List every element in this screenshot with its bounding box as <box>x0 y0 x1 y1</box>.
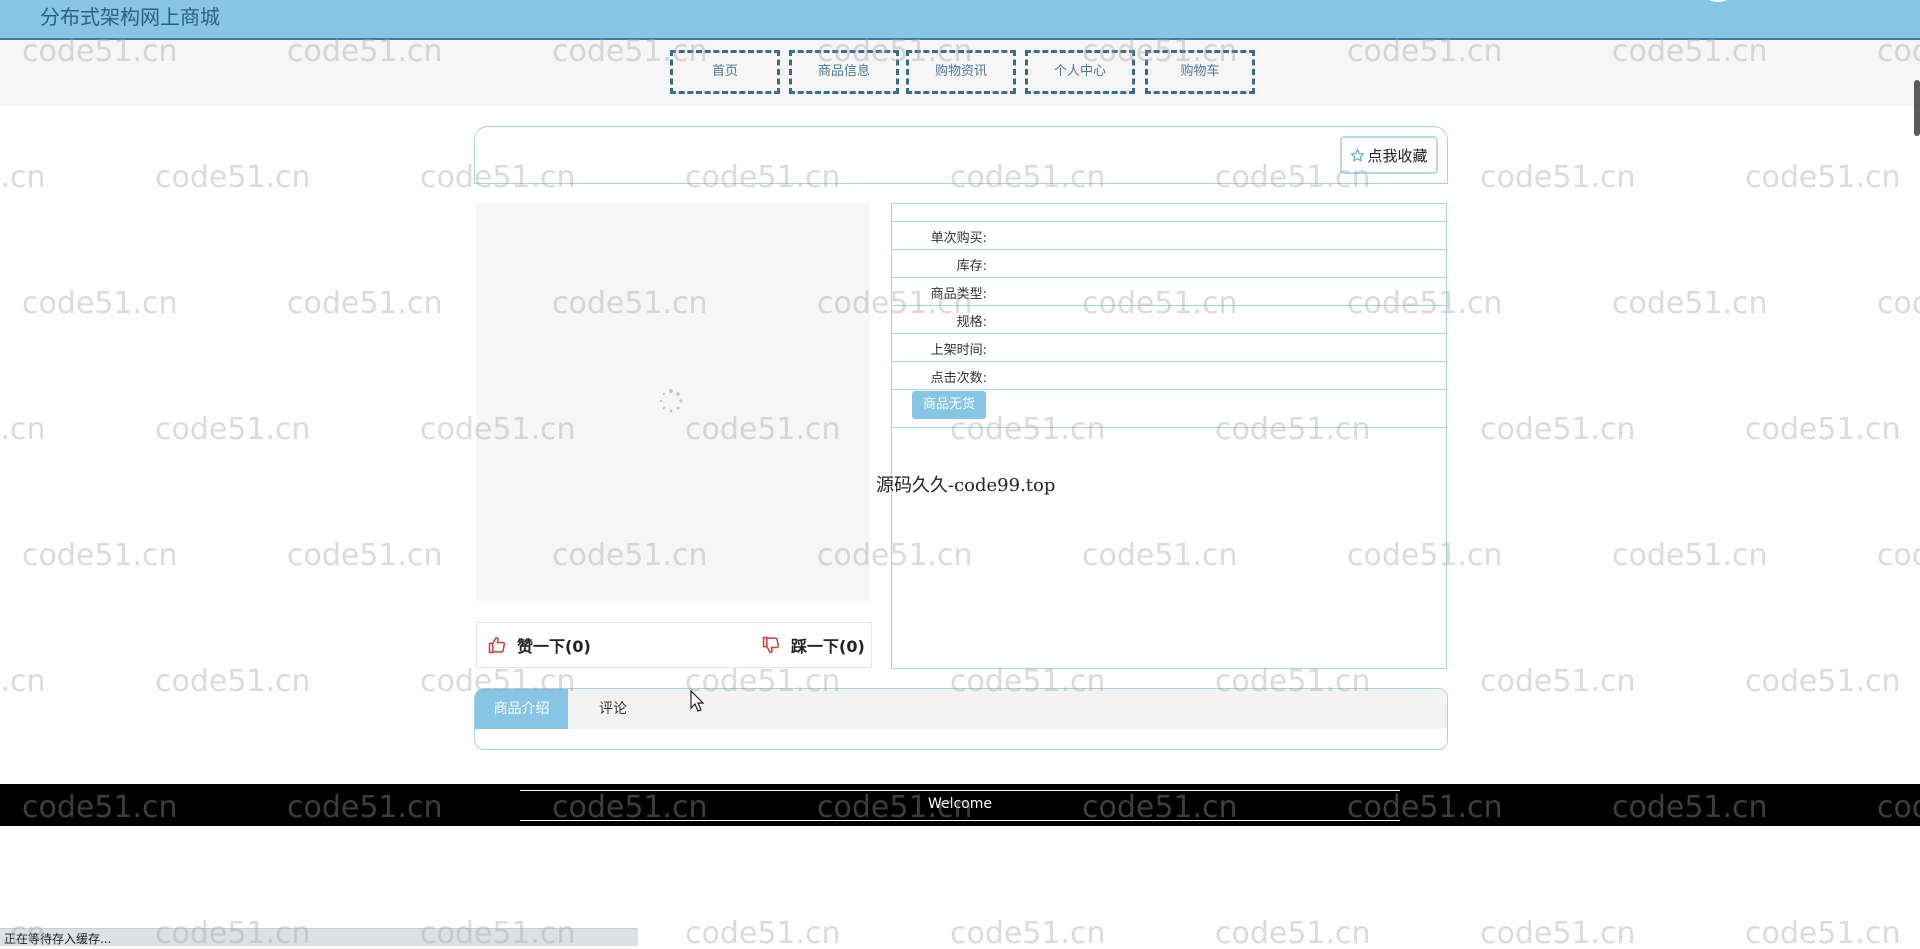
label-click-count: 点击次数: <box>930 371 987 386</box>
star-icon <box>1350 147 1366 162</box>
dislike-label: 踩一下(0) <box>791 637 865 656</box>
info-row-title <box>892 204 1446 222</box>
product-tabs: 商品介绍 评论 <box>474 688 1448 750</box>
watermark-text: code51.cn <box>1745 412 1901 447</box>
favorite-button[interactable]: 点我收藏 <box>1340 136 1438 174</box>
watermark-text: code51.cn <box>287 286 443 321</box>
loading-spinner-icon <box>659 389 683 413</box>
nav-item-news[interactable]: 购物资讯 <box>906 50 1016 94</box>
top-header: 分布式架构网上商城 <box>0 0 1920 40</box>
watermark-text: code51.cn <box>155 412 311 447</box>
out-of-stock-button[interactable]: 商品无货 <box>912 391 986 419</box>
nav-item-user-center[interactable]: 个人中心 <box>1025 50 1135 94</box>
info-row: 单次购买: <box>892 221 1446 250</box>
watermark-text: code51.cn <box>287 538 443 573</box>
footer-divider <box>520 790 1400 791</box>
info-row: 商品类型: <box>892 277 1446 306</box>
watermark-text: code51.cn <box>0 160 46 195</box>
nav-item-cart[interactable]: 购物车 <box>1145 50 1255 94</box>
thumbs-up-icon <box>488 636 506 654</box>
vote-bar: 赞一下(0) 踩一下(0) <box>476 622 872 668</box>
label-single-purchase: 单次购买: <box>930 231 987 246</box>
tab-product-intro[interactable]: 商品介绍 <box>475 689 568 729</box>
watermark-text: code51.cn <box>155 160 311 195</box>
watermark-text: code51.cn <box>1480 412 1636 447</box>
thumbs-down-icon <box>762 636 780 654</box>
watermark-text: code51.cn <box>1877 538 1920 573</box>
info-row: 规格: <box>892 305 1446 334</box>
footer-welcome: Welcome <box>927 796 993 812</box>
watermark-text: code51.cn <box>1480 160 1636 195</box>
favorite-label: 点我收藏 <box>1367 146 1428 165</box>
watermark-text: code51.cn <box>1745 160 1901 195</box>
like-label: 赞一下(0) <box>517 637 591 656</box>
scrollbar-thumb[interactable] <box>1914 80 1920 136</box>
info-row: 点击次数: <box>892 361 1446 390</box>
watermark-text: code51.cn <box>1745 916 1901 946</box>
info-row: 库存: <box>892 249 1446 278</box>
watermark-text: code51.cn <box>22 286 178 321</box>
watermark-text: code51.cn <box>0 412 46 447</box>
info-row: 上架时间: <box>892 333 1446 362</box>
browser-status-bar: 正在等待存入缓存... <box>0 928 638 946</box>
nav-item-home[interactable]: 首页 <box>670 50 780 94</box>
watermark-text: code51.cn <box>0 664 46 699</box>
nav-item-products[interactable]: 商品信息 <box>789 50 899 94</box>
watermark-text: code51.cn <box>1480 664 1636 699</box>
watermark-text: code51.cn <box>950 916 1106 946</box>
tab-comments[interactable]: 评论 <box>568 689 658 729</box>
watermark-text: code51.cn <box>1612 538 1768 573</box>
footer: Welcome <box>0 784 1920 826</box>
label-stock: 库存: <box>956 259 987 274</box>
product-info-table: 单次购买: 库存: 商品类型: 规格: 上架时间: 点击次数: <box>891 203 1447 669</box>
main-nav: 首页 商品信息 购物资讯 个人中心 购物车 <box>0 40 1920 106</box>
watermark-text: code51.cn <box>22 538 178 573</box>
watermark-text: code51.cn <box>1745 664 1901 699</box>
watermark-text: code51.cn <box>1215 916 1371 946</box>
footer-divider <box>520 820 1400 821</box>
watermark-text: code51.cn <box>1480 916 1636 946</box>
product-header-box <box>474 126 1448 184</box>
watermark-text: code51.cn <box>685 916 841 946</box>
mouse-cursor-icon <box>690 690 704 712</box>
dislike-button[interactable]: 踩一下(0) <box>761 623 865 667</box>
like-button[interactable]: 赞一下(0) <box>487 623 591 667</box>
label-spec: 规格: <box>956 315 987 330</box>
user-avatar[interactable] <box>1702 0 1734 2</box>
watermark-text: code51.cn <box>155 664 311 699</box>
site-title: 分布式架构网上商城 <box>40 5 220 29</box>
source-watermark-text: 源码久久-code99.top <box>876 475 1056 496</box>
label-listing-time: 上架时间: <box>930 343 987 358</box>
tabs-bar: 商品介绍 评论 <box>475 689 1447 729</box>
label-category: 商品类型: <box>930 287 987 302</box>
watermark-text: code51.cn <box>1877 286 1920 321</box>
watermark-text: code51.cn <box>1612 286 1768 321</box>
